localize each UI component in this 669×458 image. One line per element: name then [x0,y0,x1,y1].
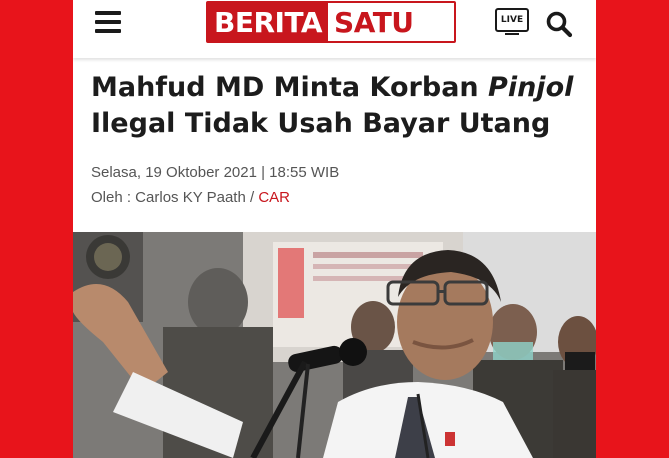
title-text-2: Ilegal Tidak Usah Bayar Utang [91,108,551,139]
search-icon[interactable] [545,10,573,38]
menu-icon[interactable] [95,11,121,33]
live-tv-icon[interactable]: LIVE [495,8,529,36]
logo-satu: SATU [334,5,414,39]
title-text-1: Mahfud MD Minta Korban [91,72,489,103]
author-text: Oleh : Carlos KY Paath / [91,189,259,206]
logo-berita: BERITA [208,3,329,41]
article-byline: Oleh : Carlos KY Paath / CAR [91,189,290,206]
article-page: BERITA SATU LIVE Mahfud MD Minta Korban … [73,0,596,458]
live-label: LIVE [495,8,529,32]
article-date: Selasa, 19 Oktober 2021 | 18:55 WIB [91,164,340,181]
article-title: Mahfud MD Minta Korban Pinjol Ilegal Tida… [91,70,591,142]
hero-photo-illustration [73,232,596,458]
site-header: BERITA SATU LIVE [73,0,596,58]
hero-photo [73,232,596,458]
title-italic: Pinjol [488,72,574,103]
site-logo[interactable]: BERITA SATU [206,1,456,43]
editor-link[interactable]: CAR [258,189,290,206]
